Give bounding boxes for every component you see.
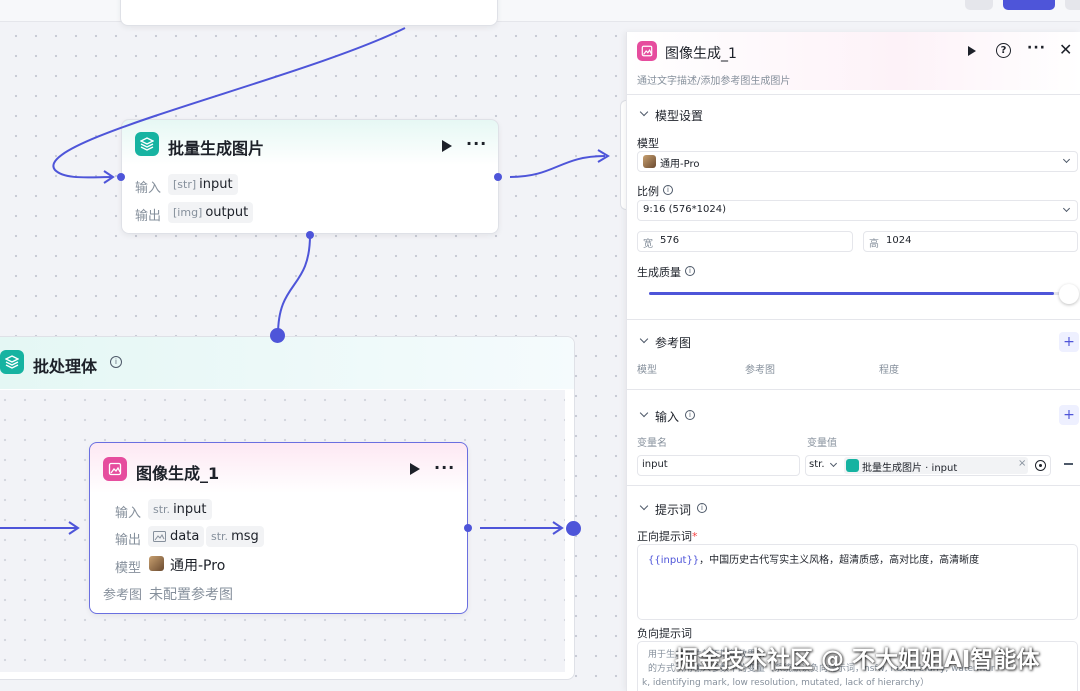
add-reference-button[interactable]: + — [1059, 332, 1079, 352]
divider — [627, 319, 1080, 320]
edge — [52, 27, 406, 179]
var-type: str. — [809, 459, 825, 470]
collapse-icon[interactable] — [639, 107, 649, 117]
batch-output-port[interactable] — [566, 521, 581, 536]
info-icon[interactable]: i — [685, 410, 695, 420]
output-port[interactable] — [494, 173, 502, 181]
panel-subtitle: 通过文字描述/添加参考图生成图片 — [637, 76, 791, 87]
close-icon[interactable]: ✕ — [1059, 40, 1072, 59]
model-settings-title[interactable]: 模型设置 — [655, 107, 703, 124]
var-name-value: input — [642, 459, 668, 470]
quality-slider-fill — [649, 292, 1055, 295]
prompt-content: ，中国历史古代写实主义风格，超清质感，高对比度，高清晰度 — [699, 555, 980, 566]
node-settings-panel: 图像生成_1 ? ··· ✕ 通过文字描述/添加参考图生成图片 模型设置 模型 … — [626, 32, 1080, 691]
column-var-name: 变量名 — [637, 438, 667, 449]
collapse-icon[interactable] — [639, 408, 649, 418]
reference-title[interactable]: 参考图 — [655, 334, 691, 351]
collapse-icon[interactable] — [639, 334, 649, 344]
model-avatar — [643, 155, 656, 168]
edge — [509, 155, 606, 178]
prompt-title[interactable]: 提示词 — [655, 501, 691, 518]
column-var-value: 变量值 — [807, 438, 837, 449]
column-model: 模型 — [637, 365, 657, 376]
quality-slider-handle[interactable] — [1059, 284, 1079, 304]
watermark: 掘金技术社区 @ 不大姐姐AI智能体 — [675, 647, 1040, 673]
model-value: 通用-Pro — [660, 159, 700, 170]
positive-prompt-text: {{input}}，中国历史古代写实主义风格，超清质感，高对比度，高清晰度 — [648, 551, 979, 566]
var-ref-chip: 批量生成图片 · input × — [844, 457, 1028, 474]
ratio-value: 9:16 (576*1024) — [643, 204, 726, 215]
toolbar-button[interactable] — [1065, 0, 1080, 10]
prompt-variable: {{input}} — [648, 555, 700, 566]
width-value: 576 — [660, 235, 680, 246]
info-icon[interactable]: i — [685, 266, 695, 276]
input-port[interactable] — [117, 173, 125, 181]
var-ref-text: 批量生成图片 · input — [862, 463, 958, 474]
output-port[interactable] — [464, 524, 472, 532]
model-select[interactable]: 通用-Pro — [637, 151, 1078, 172]
edges-layer — [0, 27, 610, 535]
width-input[interactable]: 宽 576 — [637, 231, 853, 252]
width-label: 宽 — [643, 239, 653, 250]
chevron-down-icon — [1062, 155, 1071, 164]
var-name-input[interactable]: input — [637, 455, 800, 476]
clear-icon[interactable]: × — [1018, 458, 1026, 469]
divider — [627, 485, 1080, 486]
add-input-button[interactable]: + — [1059, 405, 1079, 425]
negative-prompt-placeholder-3: k, identifying mark, low resolution, mut… — [642, 678, 930, 688]
column-reference: 参考图 — [745, 365, 775, 376]
quality-slider-track[interactable] — [649, 292, 1067, 295]
publish-button[interactable] — [1003, 0, 1055, 10]
divider — [627, 94, 1080, 95]
quality-label: 生成质量 — [637, 266, 681, 279]
info-icon[interactable]: i — [663, 185, 673, 195]
ratio-label: 比例 — [637, 185, 659, 198]
required-mark: * — [692, 530, 698, 543]
chevron-down-icon — [1062, 204, 1071, 213]
toolbar-button[interactable] — [965, 0, 993, 10]
run-icon[interactable] — [968, 46, 976, 56]
collapse-icon[interactable] — [639, 501, 649, 511]
remove-input-icon[interactable] — [1064, 463, 1073, 465]
positive-prompt-label: 正向提示词* — [637, 528, 698, 544]
panel-title[interactable]: 图像生成_1 — [665, 43, 737, 63]
batch-input-port[interactable] — [270, 328, 285, 343]
height-input[interactable]: 高 1024 — [863, 231, 1078, 252]
help-icon[interactable]: ? — [996, 43, 1011, 58]
target-icon[interactable] — [1035, 460, 1046, 471]
negative-prompt-label: 负向提示词 — [637, 627, 692, 640]
output-port[interactable] — [306, 231, 314, 239]
height-value: 1024 — [886, 235, 912, 246]
positive-prompt-textarea[interactable]: {{input}}，中国历史古代写实主义风格，超清质感，高对比度，高清晰度 — [637, 544, 1078, 620]
input-title[interactable]: 输入 — [655, 408, 679, 425]
ratio-select[interactable]: 9:16 (576*1024) — [637, 200, 1078, 221]
model-label: 模型 — [637, 137, 659, 150]
chevron-down-icon — [829, 459, 838, 468]
var-value-select[interactable]: str. 批量生成图片 · input × — [805, 455, 1051, 476]
more-icon[interactable]: ··· — [1027, 40, 1046, 56]
image-icon — [637, 41, 657, 61]
height-label: 高 — [869, 239, 879, 250]
edge — [277, 234, 311, 336]
divider — [627, 389, 1080, 390]
positive-prompt-label-text: 正向提示词 — [637, 530, 692, 543]
column-degree: 程度 — [879, 365, 899, 376]
batch-icon — [846, 459, 859, 472]
info-icon[interactable]: i — [697, 503, 707, 513]
